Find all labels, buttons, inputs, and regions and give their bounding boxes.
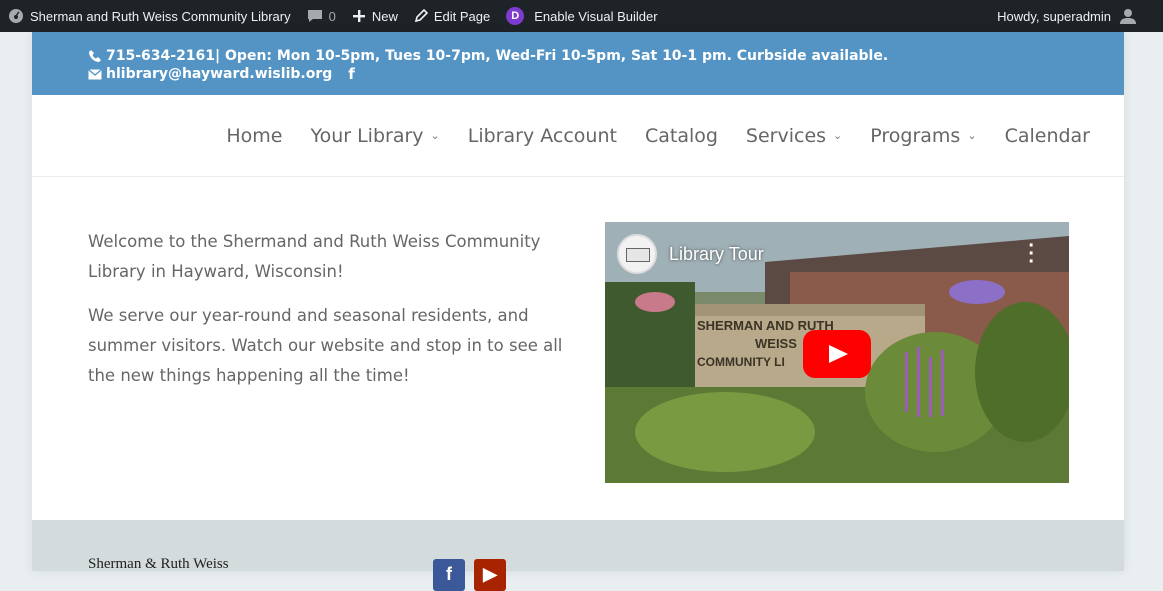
welcome-paragraph: Welcome to the Shermand and Ruth Weiss C… [88, 232, 541, 281]
nav-item-programs[interactable]: Programs ⌄ [870, 125, 976, 147]
nav-item-calendar[interactable]: Calendar [1005, 125, 1090, 147]
email-link[interactable]: hlibrary@hayward.wislib.org [106, 65, 332, 83]
nav-item-services[interactable]: Services ⌄ [746, 125, 842, 147]
pencil-icon [414, 9, 428, 23]
comment-icon [307, 10, 322, 22]
sign-text-line3: COMMUNITY LI [697, 355, 785, 369]
plus-icon [352, 10, 365, 22]
more-options-icon[interactable]: · · · [1028, 236, 1035, 272]
nav-item-home[interactable]: Home [226, 125, 282, 147]
description-paragraph: We serve our year-round and seasonal res… [88, 306, 563, 385]
footer-youtube-icon[interactable]: ▶ [474, 559, 506, 591]
comments-link[interactable]: 0 [299, 0, 344, 32]
nav-item-label: Services [745, 124, 827, 147]
sign-text-line2: WEISS [755, 336, 797, 351]
nav-item-library-account[interactable]: Library Account [468, 125, 617, 147]
main-navigation: Home Your Library ⌄ Library Account Catalog S… [32, 95, 1124, 177]
phone-hours-row: 715-634-2161| Open: Mon 10-5pm, Tues 10-… [88, 47, 1124, 65]
chevron-down-icon: ⌄ [430, 129, 440, 142]
nav-item-catalog[interactable]: Catalog [645, 125, 718, 147]
visual-builder-link[interactable]: D Enable Visual Builder [498, 0, 665, 32]
admin-bar: Sherman and Ruth Weiss Community Library… [0, 0, 1163, 32]
email-row: hlibrary@hayward.wislib.org f [88, 65, 1124, 83]
nav-item-label: Calendar [1004, 124, 1090, 147]
youtube-video-embed[interactable]: SHERMAN AND RUTH WEISS COMMUNITY LI Libr… [605, 222, 1069, 483]
channel-avatar[interactable] [617, 234, 657, 274]
new-label: New [371, 8, 398, 24]
comments-count: 0 [328, 8, 336, 24]
footer-library-name: Sherman & Ruth Weiss [88, 556, 229, 572]
top-info-bar: 715-634-2161| Open: Mon 10-5pm, Tues 10-… [32, 32, 1124, 95]
nav-item-label: Catalog [644, 124, 718, 147]
main-content: Welcome to the Shermand and Ruth Weiss C… [32, 177, 1124, 520]
nav-item-label: Your Library [310, 124, 424, 147]
page-container: 715-634-2161| Open: Mon 10-5pm, Tues 10-… [32, 32, 1124, 591]
account-menu[interactable]: Howdy, superadmin [989, 0, 1163, 32]
nav-item-label: Programs [870, 124, 961, 147]
divi-logo-icon: D [506, 7, 525, 25]
video-title[interactable]: Library Tour [669, 244, 764, 265]
edit-page-label: Edit Page [433, 8, 491, 24]
nav-item-your-library[interactable]: Your Library ⌄ [310, 125, 439, 147]
new-content-link[interactable]: New [344, 0, 406, 32]
facebook-icon[interactable]: f [348, 65, 355, 83]
footer-facebook-icon[interactable]: f [433, 559, 465, 591]
howdy-text: Howdy, superadmin [997, 8, 1111, 24]
chevron-down-icon: ⌄ [967, 129, 977, 142]
envelope-icon [88, 68, 102, 79]
edit-page-link[interactable]: Edit Page [406, 0, 498, 32]
nav-item-label: Home [226, 124, 283, 147]
footer: Sherman & Ruth Weiss f ▶ [32, 520, 1124, 591]
play-button[interactable] [803, 330, 871, 378]
dashboard-icon [9, 9, 23, 23]
intro-text-column: Welcome to the Shermand and Ruth Weiss C… [88, 227, 568, 405]
site-name-link[interactable]: Sherman and Ruth Weiss Community Library [0, 0, 299, 32]
user-avatar-icon [1120, 9, 1136, 24]
phone-icon [89, 50, 101, 62]
phone-hours-text[interactable]: 715-634-2161| Open: Mon 10-5pm, Tues 10-… [106, 47, 888, 65]
site-name: Sherman and Ruth Weiss Community Library [30, 8, 291, 24]
visual-builder-label: Enable Visual Builder [534, 8, 658, 24]
nav-item-label: Library Account [467, 124, 617, 147]
chevron-down-icon: ⌄ [833, 129, 843, 142]
